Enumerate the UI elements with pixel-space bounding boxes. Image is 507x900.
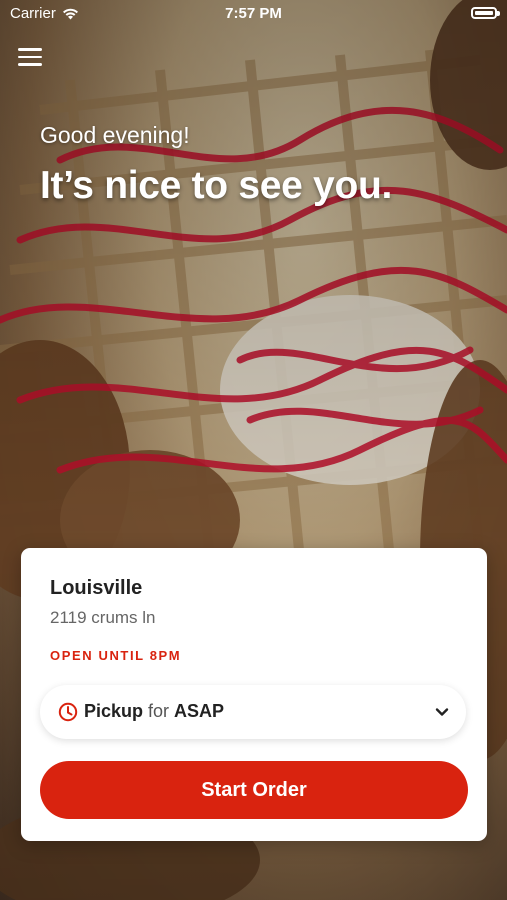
- greeting-text: Good evening!: [40, 122, 190, 148]
- welcome-headline: It’s nice to see you.: [40, 164, 393, 207]
- order-mode-type: Pickup: [84, 701, 144, 721]
- store-name: Louisville: [50, 577, 143, 599]
- store-hours: OPEN UNTIL 8PM: [50, 648, 182, 663]
- start-order-button[interactable]: Start Order: [40, 761, 468, 819]
- battery-icon: [471, 7, 500, 19]
- order-mode-connector: for: [148, 701, 170, 721]
- order-mode-text: Pickup for ASAP: [84, 701, 224, 722]
- order-mode-selector[interactable]: Pickup for ASAP: [40, 685, 466, 739]
- status-bar: Carrier 7:57 PM: [0, 0, 507, 28]
- hamburger-menu-icon[interactable]: [18, 48, 42, 68]
- chevron-down-icon: [435, 708, 449, 716]
- clock-icon: [58, 702, 78, 722]
- store-address: 2119 crums ln: [50, 608, 156, 627]
- order-mode-time: ASAP: [174, 701, 225, 721]
- status-time: 7:57 PM: [225, 5, 282, 22]
- location-card: Louisville 2119 crums ln OPEN UNTIL 8PM …: [21, 548, 487, 841]
